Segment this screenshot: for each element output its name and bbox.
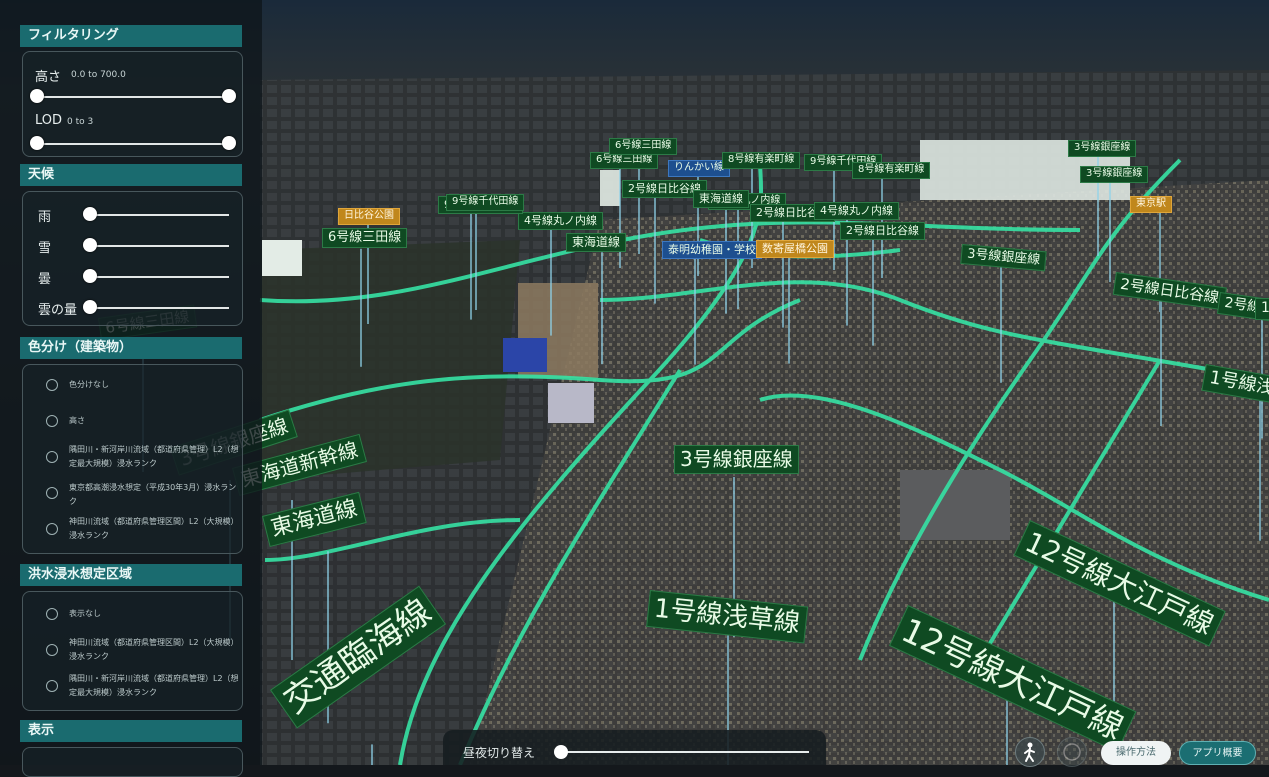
lod-slider-track[interactable] [37, 143, 230, 145]
snow-slider-handle[interactable] [83, 238, 97, 252]
day-night-slider-handle[interactable] [554, 745, 568, 759]
rain-slider-handle[interactable] [83, 207, 97, 221]
lod-min-handle[interactable] [30, 136, 44, 150]
display-section-header[interactable]: 表示 [20, 720, 242, 742]
cloud-slider-track[interactable] [89, 276, 229, 278]
coloring-option-2-radio[interactable] [46, 451, 58, 463]
map-label: 4号線丸ノ内線 [518, 212, 603, 230]
coloring-option-3-radio[interactable] [46, 487, 58, 499]
coloring-option-2-label: 隅田川・新河岸川流域（都道府県管理）L2（想定最大規模）浸水ランク [69, 445, 239, 468]
about-app-button[interactable]: アプリ概要 [1179, 741, 1256, 765]
map-label: 12 [1255, 298, 1269, 320]
map-label: 6号線三田線 [322, 228, 408, 249]
height-max-handle[interactable] [222, 89, 236, 103]
map-label: りんかい線 [668, 160, 730, 177]
cloud-label: 曇 [38, 272, 52, 287]
map-label: 4号線丸ノ内線 [814, 202, 899, 220]
coloring-option-1-label: 高さ [69, 416, 85, 425]
cloud-amount-label: 雲の量 [38, 303, 78, 318]
cloud-slider-handle[interactable] [83, 269, 97, 283]
flood-option-1-radio[interactable] [46, 644, 58, 656]
flood-option-2-label: 隅田川・新河岸川流域（都道府県管理）L2（想定最大規模）浸水ランク [69, 674, 239, 697]
map-label: 東京駅 [1130, 196, 1172, 213]
coloring-option-1-radio[interactable] [46, 415, 58, 427]
height-min-handle[interactable] [30, 89, 44, 103]
map-label: 9号線千代田線 [446, 194, 525, 211]
display-box [22, 747, 243, 777]
coloring-option-4-label: 神田川流域（都道府県管理区間）L2（大規模）浸水ランク [69, 517, 239, 540]
snow-label: 雪 [38, 241, 52, 256]
coloring-option-3-label: 東京都高潮浸水想定（平成30年3月）浸水ランク [69, 483, 237, 506]
weather-box: 雨 雪 曇 雲の量 [22, 191, 243, 326]
flood-option-1-label: 神田川流域（都道府県管理区間）L2（大規模）浸水ランク [69, 638, 239, 661]
pedestrian-mode-button[interactable] [1015, 737, 1045, 767]
compass-button[interactable] [1057, 737, 1087, 767]
compass-icon [1063, 743, 1081, 761]
flood-box: 表示なし 神田川流域（都道府県管理区間）L2（大規模）浸水ランク 隅田川・新河岸… [22, 591, 243, 711]
map-label: 日比谷公園 [338, 208, 400, 225]
weather-section-header[interactable]: 天候 [20, 164, 242, 186]
flood-option-0-radio[interactable] [46, 608, 58, 620]
map-label: 3号線銀座線 [1080, 166, 1149, 183]
map-label: 東海道線 [693, 190, 749, 208]
snow-slider-track[interactable] [89, 245, 229, 247]
map-label: 数寄屋橋公園 [756, 240, 834, 258]
lod-range-value: 0 to 3 [67, 117, 94, 127]
coloring-option-0-radio[interactable] [46, 379, 58, 391]
height-range-value: 0.0 to 700.0 [71, 70, 126, 80]
lod-label: LOD [35, 113, 63, 128]
flood-section-header[interactable]: 洪水浸水想定区域 [20, 564, 242, 586]
walk-icon [1024, 742, 1035, 762]
day-night-slider-track[interactable] [559, 751, 809, 753]
filtering-section-header[interactable]: フィルタリング [20, 25, 242, 47]
map-label: 2号線日比谷線 [840, 222, 925, 240]
rain-label: 雨 [38, 210, 52, 225]
control-panel: フィルタリング 高さ 0.0 to 700.0 LOD 0 to 3 天候 雨 … [0, 0, 262, 777]
coloring-option-4-radio[interactable] [46, 523, 58, 535]
cloud-amount-slider-handle[interactable] [83, 300, 97, 314]
day-night-toggle-bar: 昼夜切り替え [443, 730, 826, 765]
height-label: 高さ [35, 70, 62, 85]
lod-max-handle[interactable] [222, 136, 236, 150]
coloring-box: 色分けなし 高さ 隅田川・新河岸川流域（都道府県管理）L2（想定最大規模）浸水ラ… [22, 364, 243, 554]
coloring-option-0-label: 色分けなし [69, 380, 109, 389]
map-label: 東海道線 [566, 233, 627, 252]
cloud-amount-slider-track[interactable] [89, 307, 229, 309]
day-night-label: 昼夜切り替え [463, 746, 536, 760]
filtering-box: 高さ 0.0 to 700.0 LOD 0 to 3 [22, 51, 243, 157]
map-label: 8号線有楽町線 [852, 162, 931, 179]
flood-option-0-label: 表示なし [69, 609, 101, 618]
map-label: 泰明幼稚園・学校 [662, 241, 762, 259]
rain-slider-track[interactable] [89, 214, 229, 216]
flood-option-2-radio[interactable] [46, 680, 58, 692]
height-slider-track[interactable] [37, 96, 230, 98]
map-label: 8号線有楽町線 [722, 152, 801, 169]
coloring-section-header[interactable]: 色分け（建築物） [20, 337, 242, 359]
help-button[interactable]: 操作方法 [1101, 741, 1171, 765]
map-label: 3号線銀座線 [674, 445, 799, 474]
map-label: 3号線銀座線 [1068, 140, 1137, 157]
map-label: 6号線三田線 [609, 138, 678, 155]
